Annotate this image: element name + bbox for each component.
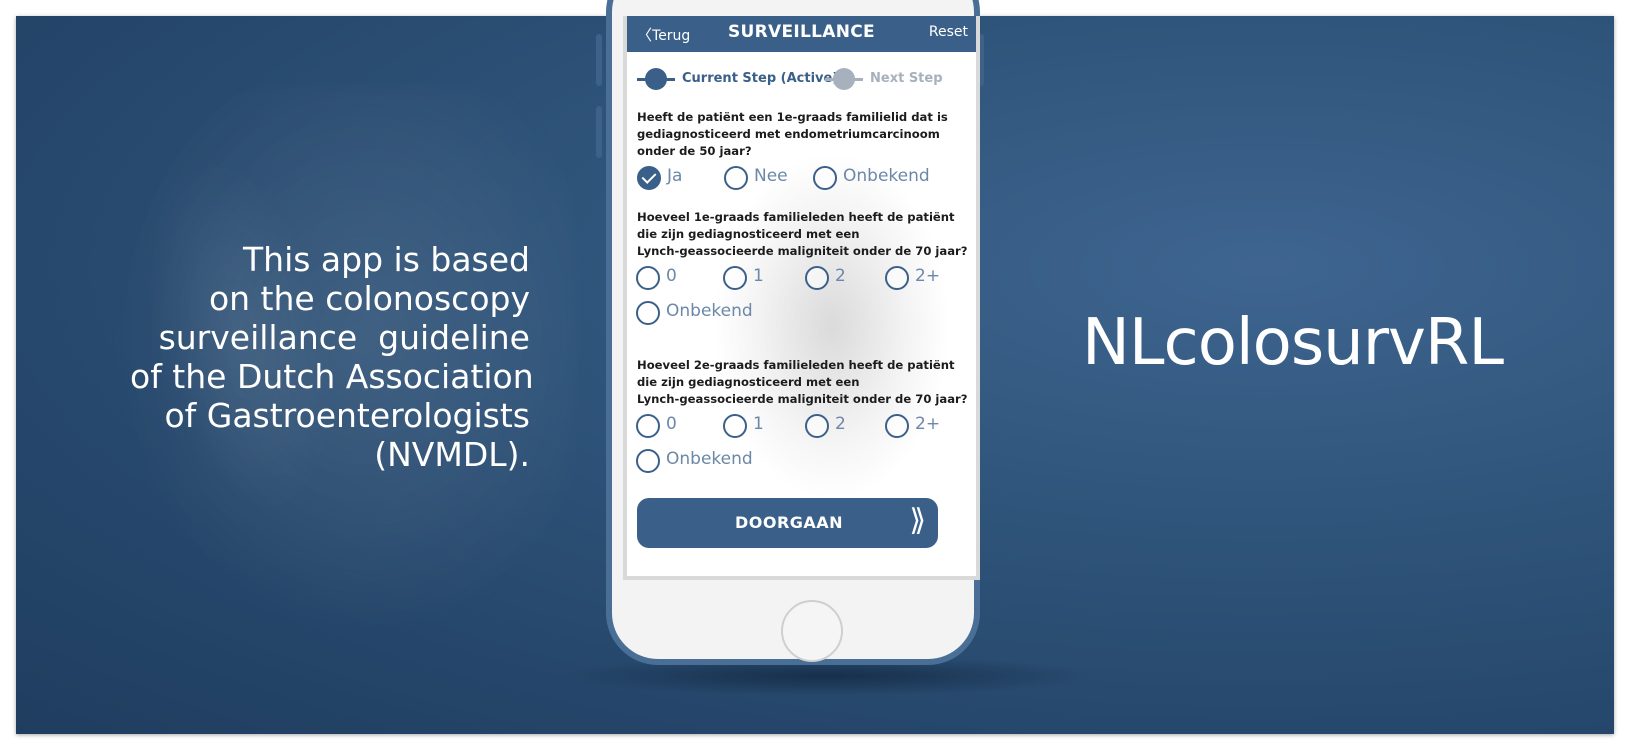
radio-circle-icon: [885, 414, 909, 438]
phone-side-button: [596, 34, 602, 86]
radio-label: 1: [753, 266, 764, 286]
radio-circle-icon: [636, 449, 660, 473]
description-line: of the Dutch Association: [130, 357, 534, 396]
radio-label: 0: [666, 266, 677, 286]
nav-title: SURVEILLANCE: [728, 22, 875, 42]
question-1: Heeft de patiënt een 1e-graads familieli…: [637, 109, 957, 160]
question-line: gediagnosticeerd met endometriumcarcinoo…: [637, 127, 940, 141]
continue-label: DOORGAAN: [734, 513, 844, 532]
radio-circle-icon: [805, 266, 829, 290]
step-indicator: Current Step (Active) Next Step: [637, 68, 967, 96]
radio-label: 1: [753, 414, 764, 434]
radio-circle-icon: [805, 414, 829, 438]
radio-circle-icon: [636, 301, 660, 325]
question-line: Lynch-geassocieerde maligniteit onder de…: [637, 392, 968, 406]
phone-screen: 〈Terug SURVEILLANCE Reset Current Step (…: [623, 16, 980, 580]
question-line: Lynch-geassocieerde maligniteit onder de…: [637, 244, 968, 258]
radio-label: Ja: [667, 166, 683, 186]
radio-label: 2+: [915, 414, 941, 434]
reset-button[interactable]: Reset: [929, 24, 968, 40]
question-line: die zijn gediagnosticeerd met een: [637, 227, 860, 241]
question-2: Hoeveel 1e-graads familieleden heeft de …: [637, 209, 968, 260]
app-name: NLcolosurvRL: [1082, 306, 1504, 380]
colon-illustration: [717, 156, 947, 496]
double-chevron-right-icon: ⟫: [909, 503, 926, 538]
radio-circle-icon: [813, 166, 837, 190]
radio-circle-icon: [723, 266, 747, 290]
radio-circle-icon: [636, 266, 660, 290]
radio-circle-icon: [723, 414, 747, 438]
radio-label: Nee: [754, 166, 788, 186]
home-button[interactable]: [781, 600, 843, 662]
radio-circle-icon: [885, 266, 909, 290]
question-line: die zijn gediagnosticeerd met een: [637, 375, 860, 389]
description-line: This app is based: [243, 240, 530, 279]
question-line: onder de 50 jaar?: [637, 144, 752, 158]
radio-circle-icon: [636, 414, 660, 438]
description-line: of Gastroenterologists: [164, 396, 530, 435]
radio-label: Onbekend: [843, 166, 930, 186]
description-line: (NVMDL).: [374, 435, 530, 474]
next-step-icon: [825, 68, 863, 90]
radio-label: 2+: [915, 266, 941, 286]
radio-label: Onbekend: [666, 449, 753, 469]
current-step-icon: [637, 68, 675, 90]
description-line: surveillance guideline: [158, 318, 530, 357]
question-3: Hoeveel 2e-graads familieleden heeft de …: [637, 357, 968, 408]
radio-label: 2: [835, 414, 846, 434]
radio-label: 2: [835, 266, 846, 286]
question-line: Hoeveel 1e-graads familieleden heeft de …: [637, 210, 955, 224]
next-step-label: Next Step: [870, 71, 943, 86]
current-step-label: Current Step (Active): [682, 71, 839, 86]
question-line: Hoeveel 2e-graads familieleden heeft de …: [637, 358, 955, 372]
phone-side-button: [596, 106, 602, 158]
radio-label: 0: [666, 414, 677, 434]
continue-button[interactable]: DOORGAAN ⟫: [637, 498, 938, 548]
radio-label: Onbekend: [666, 301, 753, 321]
check-icon: [637, 166, 661, 190]
description-text: This app is based on the colonoscopy sur…: [130, 240, 534, 474]
nav-bar: 〈Terug SURVEILLANCE Reset: [627, 16, 976, 52]
radio-circle-icon: [724, 166, 748, 190]
question-line: Heeft de patiënt een 1e-graads familieli…: [637, 110, 948, 124]
description-line: on the colonoscopy: [208, 279, 530, 318]
